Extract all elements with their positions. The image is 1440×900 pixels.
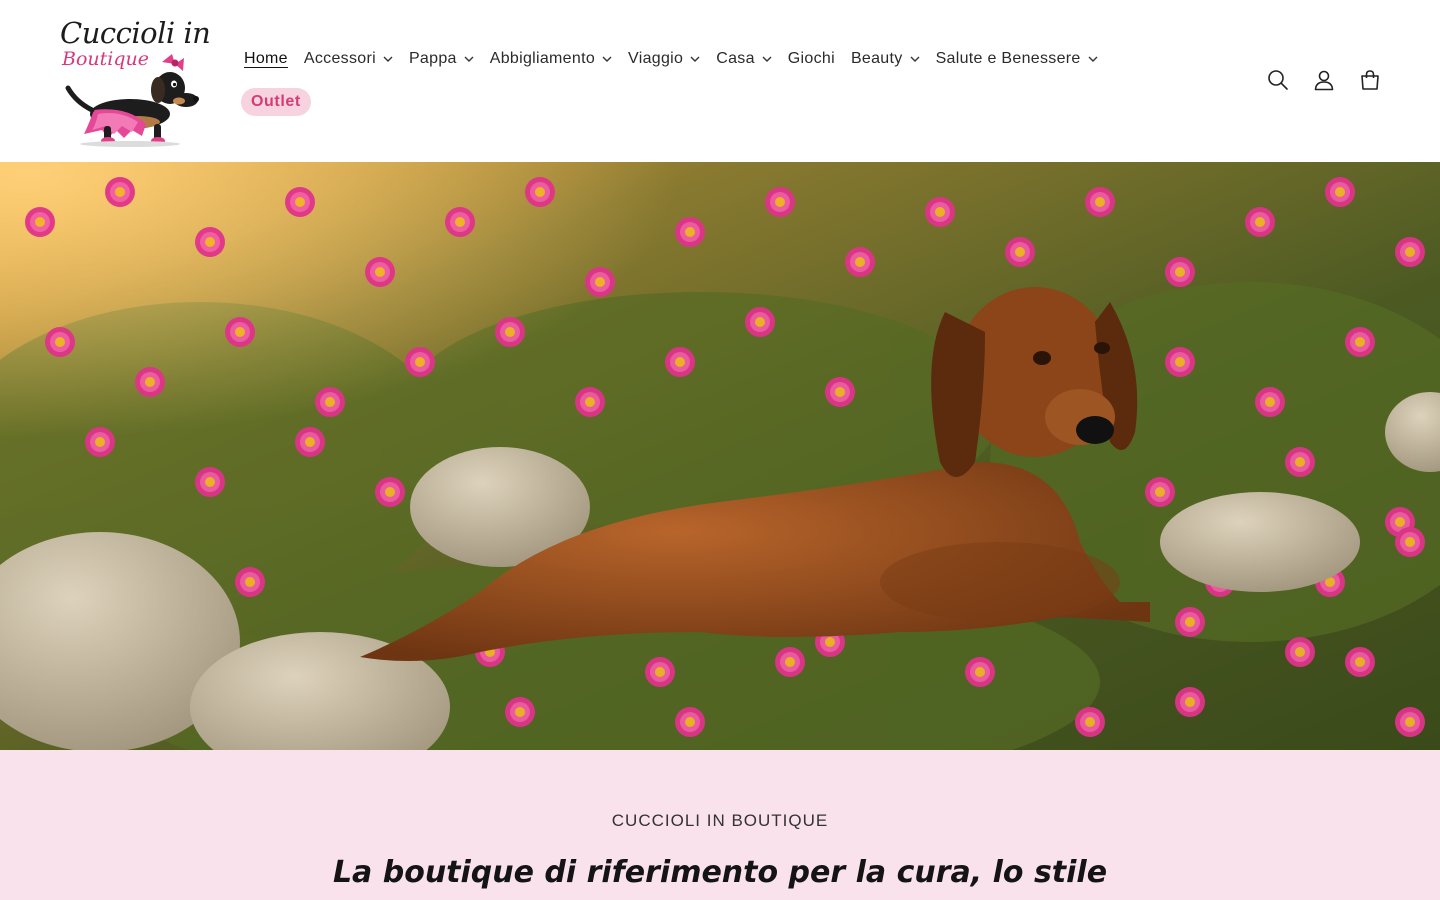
nav-item-label: Casa: [716, 50, 755, 67]
chevron-down-icon: [762, 56, 772, 62]
logo-text-line2: Boutique: [62, 48, 149, 70]
main-navigation: Home Accessori Pappa Abbigliamento Viagg…: [236, 40, 1236, 121]
nav-row-primary: Home Accessori Pappa Abbigliamento Viagg…: [236, 40, 1236, 78]
chevron-down-icon: [1088, 56, 1098, 62]
nav-item-casa[interactable]: Casa: [708, 40, 780, 78]
chevron-down-icon: [464, 56, 474, 62]
site-header: Cuccioli in Boutique Home Accessori Papp…: [0, 0, 1440, 162]
banner-headline: La boutique di riferimento per la cura, …: [332, 855, 1108, 890]
nav-item-label: Pappa: [408, 50, 457, 67]
nav-item-label: Salute e Benessere: [935, 50, 1081, 67]
chevron-down-icon: [383, 56, 393, 62]
nav-item-home[interactable]: Home: [236, 40, 296, 78]
nav-item-pappa[interactable]: Pappa: [401, 40, 482, 78]
intro-banner: CUCCIOLI IN BOUTIQUE La boutique di rife…: [0, 750, 1440, 900]
nav-item-giochi[interactable]: Giochi: [780, 40, 843, 78]
nav-item-accessori[interactable]: Accessori: [296, 40, 401, 78]
search-button[interactable]: [1266, 62, 1290, 98]
chevron-down-icon: [690, 56, 700, 62]
hero-image: [0, 162, 1440, 750]
nav-item-outlet[interactable]: Outlet: [241, 88, 311, 116]
nav-item-label: Home: [244, 50, 288, 67]
hero-banner: [0, 162, 1440, 750]
nav-item-salute-e-benessere[interactable]: Salute e Benessere: [928, 40, 1106, 78]
account-icon: [1314, 70, 1334, 91]
cart-icon: [1361, 70, 1379, 90]
nav-item-label: Accessori: [303, 50, 376, 67]
cart-button[interactable]: [1358, 62, 1382, 98]
chevron-down-icon: [910, 56, 920, 62]
nav-row-secondary: Outlet: [236, 83, 1236, 121]
nav-item-label: Beauty: [850, 50, 903, 67]
nav-item-label: Viaggio: [628, 50, 684, 67]
nav-item-abbigliamento[interactable]: Abbigliamento: [482, 40, 620, 78]
nav-item-label: Abbigliamento: [489, 50, 596, 67]
nav-item-beauty[interactable]: Beauty: [843, 40, 928, 78]
nav-item-label: Giochi: [787, 50, 835, 67]
nav-item-viaggio[interactable]: Viaggio: [620, 40, 708, 78]
header-actions: [1266, 62, 1382, 98]
site-logo[interactable]: Cuccioli in Boutique: [58, 14, 211, 148]
account-button[interactable]: [1312, 62, 1336, 98]
logo-text-line1: Cuccioli in: [60, 16, 211, 50]
chevron-down-icon: [602, 56, 612, 62]
banner-eyebrow: CUCCIOLI IN BOUTIQUE: [611, 811, 829, 830]
search-icon: [1268, 70, 1288, 90]
